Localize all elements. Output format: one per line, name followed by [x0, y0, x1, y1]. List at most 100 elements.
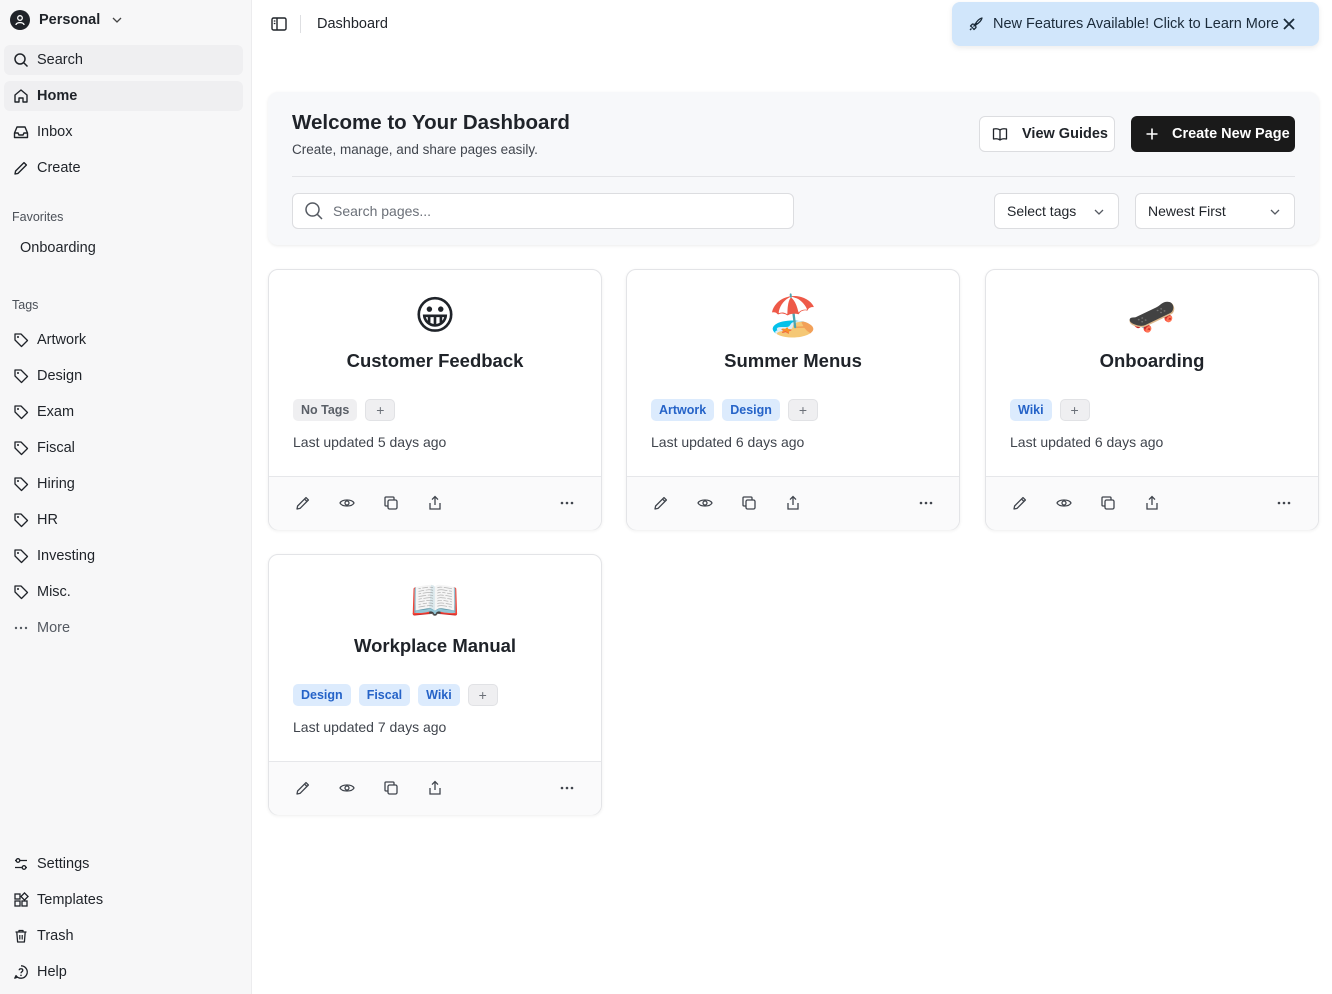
sidebar-tag-design[interactable]: Design — [4, 361, 243, 391]
new-features-toast[interactable]: New Features Available! Click to Learn M… — [952, 2, 1319, 46]
templates-icon — [14, 892, 29, 907]
divider — [292, 176, 1295, 177]
share-icon[interactable] — [427, 495, 443, 511]
sidebar-toggle-icon[interactable] — [270, 15, 288, 33]
view-guides-button[interactable]: View Guides — [979, 116, 1115, 152]
sidebar-item-help[interactable]: Help — [4, 957, 243, 987]
sliders-icon — [15, 858, 27, 870]
tags-select[interactable]: Select tags — [994, 193, 1119, 229]
sidebar-item-label: Help — [37, 964, 67, 980]
toast-message: New Features Available! Click to Learn M… — [993, 16, 1279, 32]
sidebar-item-label: Settings — [37, 856, 90, 872]
share-icon[interactable] — [427, 780, 443, 796]
page-card-title[interactable]: Workplace Manual — [269, 635, 601, 657]
more-icon[interactable] — [1276, 495, 1292, 511]
eye-icon[interactable] — [697, 495, 713, 511]
sidebar-item-templates[interactable]: Templates — [4, 885, 243, 915]
sidebar-item-label: Investing — [37, 548, 96, 564]
sidebar-tag-exam[interactable]: Exam — [4, 397, 243, 427]
more-icon[interactable] — [559, 780, 575, 796]
tag-icon — [14, 405, 29, 420]
select-value: Newest First — [1148, 203, 1226, 219]
edit-icon[interactable] — [1012, 495, 1028, 511]
card-actions — [269, 762, 601, 815]
sidebar-tag-investing[interactable]: Investing — [4, 541, 243, 571]
tag-badge[interactable]: Wiki — [1010, 399, 1052, 421]
eye-icon[interactable] — [339, 495, 355, 511]
page-card-title[interactable]: Summer Menus — [627, 350, 959, 372]
rocket-icon — [969, 17, 983, 31]
sidebar-item-search[interactable]: Search — [4, 45, 243, 75]
close-icon[interactable] — [1281, 16, 1297, 32]
sidebar-item-label: Design — [37, 368, 83, 384]
sidebar-item-home[interactable]: Home — [4, 81, 243, 111]
sidebar-item-label: More — [37, 620, 71, 636]
search-input[interactable] — [333, 203, 773, 219]
sidebar-item-trash[interactable]: Trash — [4, 921, 243, 951]
share-icon[interactable] — [785, 495, 801, 511]
sidebar-item-create[interactable]: Create — [4, 153, 243, 183]
tag-badge[interactable]: Wiki — [418, 684, 460, 706]
sort-select[interactable]: Newest First — [1135, 193, 1295, 229]
add-tag-button[interactable]: + — [365, 399, 396, 421]
copy-icon[interactable] — [383, 780, 399, 796]
chevron-down-icon — [1270, 209, 1280, 215]
divider — [300, 15, 301, 33]
page-card[interactable]: 📖 Workplace Manual Design Fiscal Wiki + … — [268, 554, 602, 815]
tag-icon — [14, 585, 29, 600]
page-emoji: 🏖️ — [768, 293, 818, 339]
tag-badge[interactable]: Artwork — [651, 399, 715, 421]
tag-badge[interactable]: Design — [722, 399, 780, 421]
favorites-heading: Favorites — [12, 210, 64, 224]
edit-icon[interactable] — [295, 495, 311, 511]
page-card-title[interactable]: Onboarding — [986, 350, 1318, 372]
tag-icon — [14, 477, 29, 492]
edit-icon[interactable] — [295, 780, 311, 796]
add-tag-button[interactable]: + — [1059, 399, 1090, 421]
tag-icon — [14, 369, 29, 384]
copy-icon[interactable] — [1100, 495, 1116, 511]
share-icon[interactable] — [1144, 495, 1160, 511]
sidebar-tag-hiring[interactable]: Hiring — [4, 469, 243, 499]
book-icon — [992, 128, 1008, 141]
add-tag-button[interactable]: + — [467, 684, 498, 706]
copy-icon[interactable] — [741, 495, 757, 511]
breadcrumb[interactable]: Dashboard — [317, 16, 388, 32]
copy-icon[interactable] — [383, 495, 399, 511]
add-tag-button[interactable]: + — [787, 399, 818, 421]
search-icon — [14, 53, 29, 68]
eye-icon[interactable] — [339, 780, 355, 796]
sidebar-tag-misc[interactable]: Misc. — [4, 577, 243, 607]
dashboard-header: Welcome to Your Dashboard Create, manage… — [268, 92, 1319, 245]
page-emoji: 📖 — [410, 578, 460, 624]
page-card-title[interactable]: Customer Feedback — [269, 350, 601, 372]
edit-icon[interactable] — [653, 495, 669, 511]
tag-icon — [14, 441, 29, 456]
sidebar: Personal Search Home Inbox Create Favori… — [0, 0, 252, 994]
page-card[interactable]: 🏖️ Summer Menus Artwork Design + Last up… — [626, 269, 960, 530]
last-updated: Last updated 5 days ago — [293, 434, 447, 450]
sidebar-item-inbox[interactable]: Inbox — [4, 117, 243, 147]
sidebar-tag-hr[interactable]: HR — [4, 505, 243, 535]
page-card[interactable]: 🛹 Onboarding Wiki + Last updated 6 days … — [985, 269, 1319, 530]
sidebar-more-button[interactable]: More — [4, 613, 243, 643]
eye-icon[interactable] — [1056, 495, 1072, 511]
sidebar-item-settings[interactable]: Settings — [4, 849, 243, 879]
create-new-page-button[interactable]: Create New Page — [1131, 116, 1295, 152]
last-updated: Last updated 7 days ago — [293, 719, 447, 735]
tag-badge[interactable]: Design — [293, 684, 351, 706]
more-icon[interactable] — [918, 495, 934, 511]
favorite-item-onboarding[interactable]: Onboarding — [20, 240, 96, 256]
workspace-switcher[interactable]: Personal — [10, 8, 123, 32]
sidebar-item-label: Hiring — [37, 476, 75, 492]
page-card[interactable]: 😀 Customer Feedback No Tags + Last updat… — [268, 269, 602, 530]
sidebar-tag-artwork[interactable]: Artwork — [4, 325, 243, 355]
user-icon — [10, 10, 30, 30]
no-tags-badge: No Tags — [293, 399, 358, 421]
tag-badge[interactable]: Fiscal — [358, 684, 411, 706]
tag-list: No Tags + — [293, 399, 396, 421]
button-label: Create New Page — [1172, 126, 1290, 142]
more-icon[interactable] — [559, 495, 575, 511]
search-pages-field[interactable] — [292, 193, 794, 229]
sidebar-tag-fiscal[interactable]: Fiscal — [4, 433, 243, 463]
